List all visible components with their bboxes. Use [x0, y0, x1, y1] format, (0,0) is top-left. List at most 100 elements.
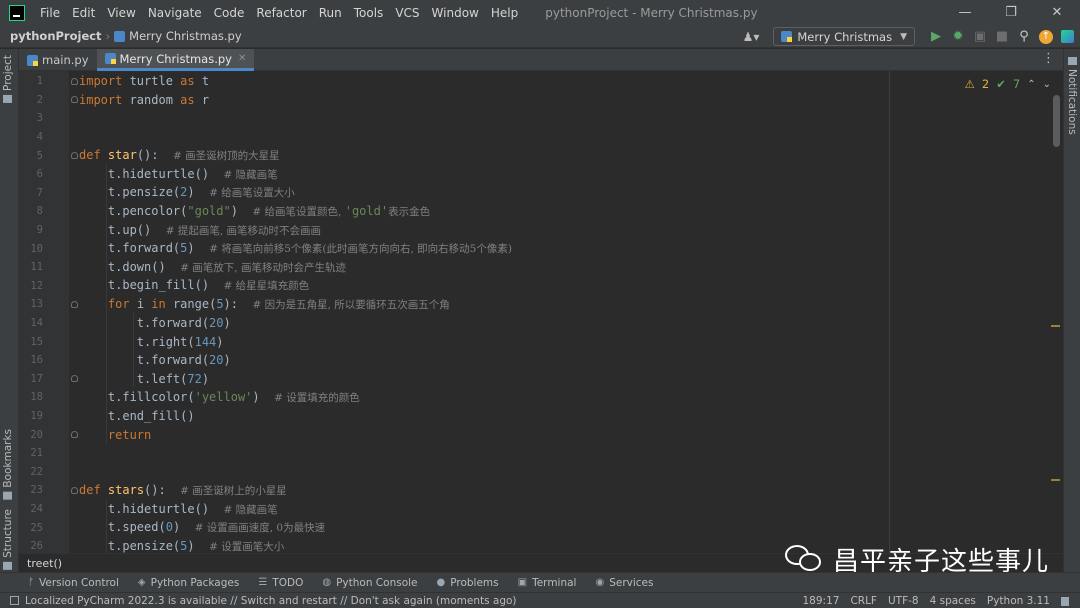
- menu-file[interactable]: File: [39, 6, 61, 20]
- fold-marker-icon[interactable]: [71, 300, 78, 308]
- fold-marker-icon[interactable]: [71, 77, 78, 85]
- code-line[interactable]: 1 import turtle as t: [19, 72, 889, 91]
- code-text[interactable]: t.forward(20): [79, 353, 231, 367]
- line-number[interactable]: 12: [19, 280, 43, 292]
- code-line[interactable]: 5 def star(): # 画圣诞树顶的大星星: [19, 146, 889, 165]
- code-line[interactable]: 2 import random as r: [19, 91, 889, 110]
- code-line[interactable]: 9 t.up() # 提起画笔, 画笔移动时不会画画: [19, 221, 889, 240]
- fold-marker-icon[interactable]: [71, 431, 78, 439]
- warning-stripe-marker[interactable]: [1051, 325, 1060, 327]
- pycharm-logo-icon[interactable]: [9, 4, 25, 21]
- line-number[interactable]: 4: [19, 131, 43, 143]
- line-number[interactable]: 17: [19, 373, 43, 385]
- line-number[interactable]: 13: [19, 298, 43, 310]
- code-line[interactable]: 4: [19, 128, 889, 147]
- coverage-icon[interactable]: ▣: [969, 29, 991, 44]
- status-message[interactable]: Localized PyCharm 2022.3 is available //…: [25, 595, 517, 607]
- line-number[interactable]: 6: [19, 168, 43, 180]
- code-text[interactable]: t.pencolor("gold") # 给画笔设置颜色, 'gold'表示金色: [79, 204, 430, 219]
- line-number[interactable]: 3: [19, 112, 43, 124]
- menu-tools[interactable]: Tools: [353, 6, 385, 20]
- code-text[interactable]: import random as r: [79, 93, 209, 107]
- fold-marker-icon[interactable]: [71, 375, 78, 383]
- menu-edit[interactable]: Edit: [71, 6, 96, 20]
- services-button[interactable]: ◉ Services: [595, 577, 653, 589]
- code-text[interactable]: t.hideturtle() # 隐藏画笔: [79, 167, 278, 182]
- code-text[interactable]: return: [79, 428, 151, 442]
- code-line[interactable]: 13 for i in range(5): # 因为是五角星, 所以要循环五次画…: [19, 295, 889, 314]
- tab-main-py[interactable]: main.py: [19, 49, 97, 71]
- code-line[interactable]: 26 t.pensize(5) # 设置画笔大小: [19, 537, 889, 553]
- warning-stripe-marker[interactable]: [1051, 479, 1060, 481]
- jetbrains-icon[interactable]: [1061, 30, 1074, 43]
- line-separator[interactable]: CRLF: [850, 595, 877, 607]
- code-editor[interactable]: 1 import turtle as t 2 import random as r 3 4…: [19, 71, 1063, 553]
- line-number[interactable]: 26: [19, 540, 43, 552]
- code-text[interactable]: t.hideturtle() # 隐藏画笔: [79, 502, 278, 517]
- code-text[interactable]: t.right(144): [79, 335, 224, 349]
- close-button[interactable]: ✕: [1034, 0, 1080, 25]
- project-tool-tab[interactable]: Project: [2, 55, 14, 103]
- line-number[interactable]: 21: [19, 447, 43, 459]
- version-control-button[interactable]: ᚠ Version Control: [28, 577, 119, 589]
- line-number[interactable]: 19: [19, 410, 43, 422]
- tool-windows-toggle-icon[interactable]: [10, 596, 19, 605]
- code-line[interactable]: 3: [19, 109, 889, 128]
- maximize-button[interactable]: ❐: [988, 0, 1034, 25]
- python-console-button[interactable]: ◍ Python Console: [322, 577, 417, 589]
- todo-button[interactable]: ☰ TODO: [258, 577, 303, 589]
- code-text[interactable]: t.speed(0) # 设置画画速度, 0为最快速: [79, 520, 325, 535]
- close-tab-icon[interactable]: ✕: [238, 53, 246, 64]
- line-number[interactable]: 8: [19, 205, 43, 217]
- code-text[interactable]: def star(): # 画圣诞树顶的大星星: [79, 148, 280, 163]
- code-text[interactable]: t.up() # 提起画笔, 画笔移动时不会画画: [79, 223, 321, 238]
- line-number[interactable]: 10: [19, 243, 43, 255]
- line-number[interactable]: 2: [19, 94, 43, 106]
- run-icon[interactable]: ▶: [925, 29, 947, 44]
- line-number[interactable]: 18: [19, 391, 43, 403]
- menu-help[interactable]: Help: [490, 6, 519, 20]
- code-line[interactable]: 23 def stars(): # 画圣诞树上的小星星: [19, 481, 889, 500]
- inspection-widget[interactable]: ⚠ 2 ✔ 7 ⌃ ⌄: [965, 77, 1051, 91]
- line-number[interactable]: 11: [19, 261, 43, 273]
- code-text[interactable]: t.end_fill(): [79, 409, 195, 423]
- file-encoding[interactable]: UTF-8: [888, 595, 919, 607]
- user-icon[interactable]: ♟▾: [743, 30, 760, 44]
- code-text[interactable]: t.down() # 画笔放下, 画笔移动时会产生轨迹: [79, 260, 346, 275]
- code-line[interactable]: 15 t.right(144): [19, 332, 889, 351]
- code-line[interactable]: 17 t.left(72): [19, 370, 889, 389]
- code-line[interactable]: 7 t.pensize(2) # 给画笔设置大小: [19, 184, 889, 203]
- fold-marker-icon[interactable]: [71, 152, 78, 160]
- line-number[interactable]: 9: [19, 224, 43, 236]
- code-line[interactable]: 20 return: [19, 425, 889, 444]
- indent-setting[interactable]: 4 spaces: [930, 595, 976, 607]
- line-number[interactable]: 20: [19, 429, 43, 441]
- vertical-scrollbar[interactable]: [1053, 95, 1060, 147]
- line-number[interactable]: 23: [19, 484, 43, 496]
- fold-marker-icon[interactable]: [71, 486, 78, 494]
- run-configuration-dropdown[interactable]: Merry Christmas ▼: [773, 27, 915, 46]
- line-number[interactable]: 7: [19, 187, 43, 199]
- code-line[interactable]: 22: [19, 463, 889, 482]
- code-line[interactable]: 18 t.fillcolor('yellow') # 设置填充的颜色: [19, 388, 889, 407]
- code-text[interactable]: t.pensize(2) # 给画笔设置大小: [79, 185, 295, 200]
- breadcrumb-project[interactable]: pythonProject: [10, 29, 102, 43]
- structure-tool-tab[interactable]: Structure: [2, 509, 14, 570]
- tab-merry-christmas-py[interactable]: Merry Christmas.py ✕: [96, 49, 255, 71]
- line-number[interactable]: 1: [19, 75, 43, 87]
- line-number[interactable]: 15: [19, 336, 43, 348]
- menu-run[interactable]: Run: [318, 6, 343, 20]
- fold-marker-icon[interactable]: [71, 96, 78, 104]
- code-text[interactable]: t.begin_fill() # 给星星填充颜色: [79, 278, 309, 293]
- line-number[interactable]: 24: [19, 503, 43, 515]
- code-text[interactable]: for i in range(5): # 因为是五角星, 所以要循环五次画五个角: [79, 297, 450, 312]
- code-line[interactable]: 11 t.down() # 画笔放下, 画笔移动时会产生轨迹: [19, 258, 889, 277]
- code-line[interactable]: 10 t.forward(5) # 将画笔向前移5个像素(此时画笔方向向右, 即…: [19, 239, 889, 258]
- menu-view[interactable]: View: [106, 6, 136, 20]
- search-icon[interactable]: ⚲: [1013, 29, 1035, 44]
- line-number[interactable]: 5: [19, 150, 43, 162]
- problems-button[interactable]: ● Problems: [437, 577, 499, 589]
- code-line[interactable]: 16 t.forward(20): [19, 351, 889, 370]
- lock-icon[interactable]: [1061, 596, 1069, 606]
- code-text[interactable]: def stars(): # 画圣诞树上的小星星: [79, 483, 287, 498]
